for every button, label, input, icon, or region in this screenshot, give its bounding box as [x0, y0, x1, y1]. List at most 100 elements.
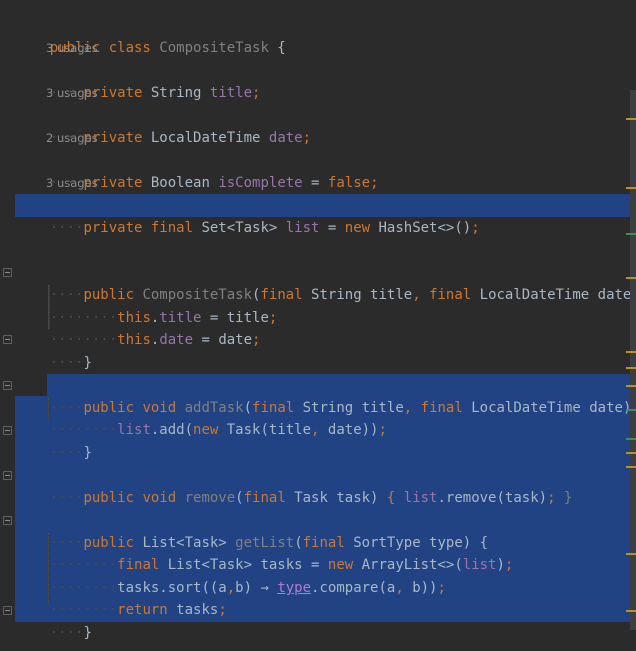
- punctuation: ;: [302, 130, 312, 146]
- punctuation: ;: [252, 332, 261, 348]
- fold-icon[interactable]: [3, 606, 12, 615]
- type-name: Set<Task>: [201, 220, 286, 236]
- whitespace: ····: [49, 220, 84, 236]
- punctuation: ,: [226, 580, 236, 596]
- fold-icon[interactable]: [3, 335, 12, 344]
- usage-hint[interactable]: 3 usages: [46, 84, 98, 102]
- keyword: return: [117, 602, 177, 618]
- method-call: .remove(task): [437, 490, 548, 506]
- brace: }: [83, 355, 92, 371]
- keyword: false: [327, 175, 371, 191]
- error-stripe-marker[interactable]: [626, 452, 636, 454]
- usage-hint[interactable]: 3 usages: [46, 174, 98, 192]
- folded-brace[interactable]: }: [564, 490, 572, 506]
- field-name: list: [462, 557, 497, 573]
- punctuation: ;: [268, 310, 278, 326]
- code-line-addtask-close[interactable]: ····}: [16, 420, 92, 461]
- code-line-ctor-body-2[interactable]: ········this.date = date;: [16, 307, 261, 348]
- code-line-getlist-body-1[interactable]: ········final List<Task> tasks = new Arr…: [16, 532, 514, 573]
- type-name: LocalDateTime: [150, 130, 269, 146]
- field-name: title: [209, 85, 253, 101]
- fold-icon[interactable]: [3, 471, 12, 480]
- punctuation: ,: [311, 422, 328, 438]
- variable: tasks: [176, 602, 219, 618]
- operator: =: [302, 175, 328, 191]
- type-name: Boolean: [150, 175, 219, 191]
- code-line-constructor[interactable]: ····public CompositeTask(final String ti…: [16, 262, 636, 303]
- whitespace: ····: [49, 490, 84, 506]
- method-call: .compare(a: [311, 580, 396, 596]
- field-name: isComplete: [218, 175, 303, 191]
- error-stripe-marker[interactable]: [626, 409, 636, 411]
- punctuation: ,: [412, 287, 430, 303]
- error-stripe-marker[interactable]: [626, 233, 636, 235]
- fold-icon[interactable]: [3, 516, 12, 525]
- code-line-field-date[interactable]: ····private LocalDateTime date;: [16, 105, 311, 146]
- fold-icon[interactable]: [3, 268, 12, 277]
- type-name: HashSet<>(): [378, 220, 472, 236]
- punctuation: ;: [252, 85, 261, 101]
- whitespace: ····: [49, 355, 84, 371]
- punctuation: ): [370, 490, 387, 506]
- code-line-field-list[interactable]: ····private final Set<Task> list = new H…: [16, 195, 480, 236]
- parameter-reference: type: [277, 580, 312, 596]
- code-line-ctor-body-1[interactable]: ········this.title = title;: [16, 285, 278, 326]
- keyword: public void: [83, 490, 185, 506]
- code-line-getlist-close[interactable]: ····}: [16, 600, 92, 641]
- keyword: final: [420, 400, 472, 416]
- keyword: final: [429, 287, 480, 303]
- error-stripe-marker[interactable]: [626, 118, 636, 120]
- parameter: Task task: [294, 490, 371, 506]
- punctuation: {: [268, 40, 286, 56]
- brace: }: [83, 445, 92, 461]
- error-stripe-marker[interactable]: [626, 553, 636, 555]
- whitespace: ····: [49, 625, 84, 641]
- whitespace: ····: [49, 445, 84, 461]
- method-call: .add(: [150, 422, 194, 438]
- usage-hint[interactable]: 2 usages: [46, 129, 98, 147]
- scrollbar-thumb[interactable]: [630, 90, 636, 630]
- punctuation: ;: [504, 557, 514, 573]
- expression: Task(title: [226, 422, 312, 438]
- keyword: this: [117, 332, 151, 348]
- code-line-class-header[interactable]: public class CompositeTask {: [16, 15, 286, 56]
- keyword: new: [193, 422, 227, 438]
- code-line-addtask[interactable]: ····public void addTask(final String tit…: [16, 375, 636, 416]
- code-line-getlist-body-2[interactable]: ········tasks.sort((a,b) → type.compare(…: [16, 555, 446, 596]
- folded-brace[interactable]: {: [387, 490, 404, 506]
- field-name: date: [268, 130, 303, 146]
- punctuation: ;: [218, 602, 227, 618]
- code-line-field-iscomplete[interactable]: ····private Boolean isComplete = false;: [16, 150, 379, 191]
- class-name: CompositeTask: [159, 40, 269, 56]
- lambda-arrow: b) →: [235, 580, 278, 596]
- error-stripe-marker[interactable]: [626, 187, 636, 189]
- field-name: list: [285, 220, 320, 236]
- code-line-addtask-body[interactable]: ········list.add(new Task(title, date));: [16, 397, 387, 438]
- keyword: final: [243, 490, 295, 506]
- parameter: String title: [311, 287, 413, 303]
- punctuation: ;: [547, 490, 564, 506]
- editor-gutter: [0, 0, 14, 651]
- error-stripe-marker[interactable]: [626, 385, 636, 387]
- code-line-getlist[interactable]: ····public List<Task> getList(final Sort…: [16, 510, 488, 551]
- code-line-field-title[interactable]: ····private String title;: [16, 60, 261, 101]
- error-stripe-marker[interactable]: [626, 466, 636, 468]
- error-stripe-marker[interactable]: [626, 610, 636, 612]
- fold-icon[interactable]: [3, 381, 12, 390]
- punctuation: ;: [437, 580, 446, 596]
- error-stripe-marker[interactable]: [626, 438, 636, 440]
- parameter: LocalDateTime date: [479, 287, 632, 303]
- fold-icon[interactable]: [3, 426, 12, 435]
- code-line-getlist-body-3[interactable]: ········return tasks;: [16, 577, 227, 618]
- keyword: new: [344, 220, 379, 236]
- method-name: remove: [184, 490, 236, 506]
- error-stripe-marker[interactable]: [626, 277, 636, 279]
- code-editor[interactable]: public class CompositeTask { 3 usages ··…: [0, 0, 636, 651]
- error-stripe-marker[interactable]: [626, 351, 636, 353]
- type-name: String: [150, 85, 210, 101]
- code-line-remove[interactable]: ····public void remove(final Task task) …: [16, 465, 573, 506]
- usage-hint[interactable]: 3 usages: [46, 39, 98, 57]
- code-line-ctor-close[interactable]: ····}: [16, 330, 92, 371]
- punctuation: ): [496, 557, 505, 573]
- error-stripe-marker[interactable]: [626, 367, 636, 369]
